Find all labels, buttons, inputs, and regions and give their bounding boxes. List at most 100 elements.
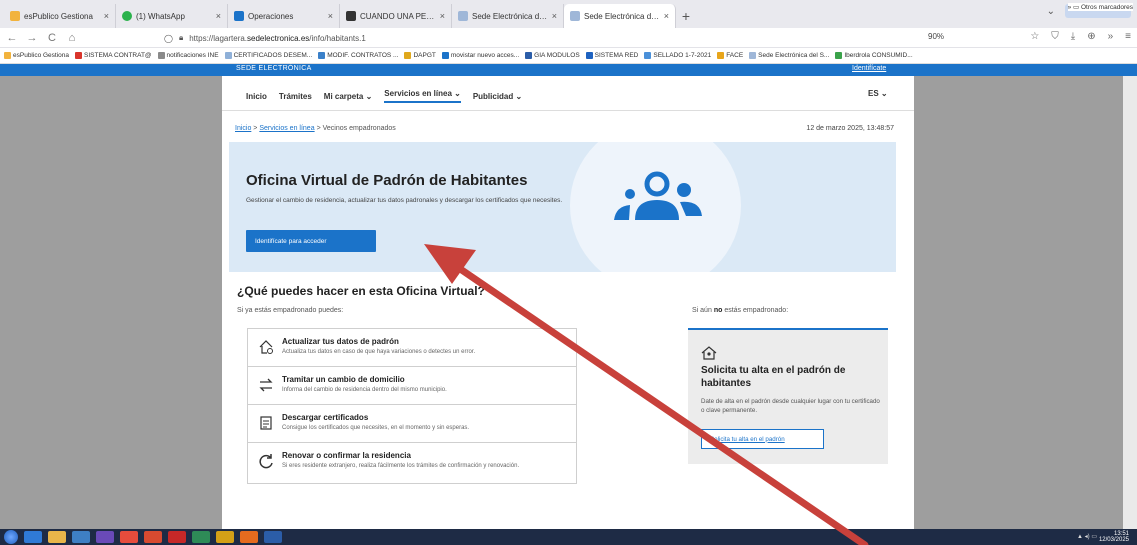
- home-icon[interactable]: ⌂: [66, 32, 78, 44]
- forward-arrow-icon[interactable]: →: [26, 32, 38, 44]
- bookmark-item[interactable]: CERTIFICADOS DESEM...: [224, 52, 313, 59]
- tab-close-icon[interactable]: ×: [664, 11, 669, 21]
- bookmark-item[interactable]: SISTEMA RED: [585, 52, 638, 59]
- signup-title: Solicita tu alta en el padrón de habitan…: [701, 365, 846, 389]
- tab-close-icon[interactable]: ×: [552, 11, 557, 21]
- overflow-chevron-icon[interactable]: »: [1108, 31, 1114, 42]
- address-bar[interactable]: ◯ 🔒︎ https://lagartera.sedelectronica.es…: [164, 30, 984, 46]
- browser-tab[interactable]: CUANDO UNA PERSONA SE C ×: [340, 4, 452, 28]
- browser-tab[interactable]: (1) WhatsApp ×: [116, 4, 228, 28]
- tab-favicon-icon: [570, 11, 580, 21]
- bookmark-favicon-icon: [525, 52, 533, 59]
- login-link[interactable]: Identifícate: [852, 65, 886, 72]
- browser-tab[interactable]: esPublico Gestiona ×: [4, 4, 116, 28]
- service-card-renew-residence[interactable]: Renovar o confirmar la residencia Si ere…: [248, 443, 576, 483]
- nav-item-publicidad[interactable]: Publicidad ⌄: [473, 92, 522, 101]
- start-button-icon[interactable]: [4, 530, 18, 544]
- swap-arrows-icon: [259, 378, 273, 392]
- system-tray-icons[interactable]: ▲ ◂) ▭: [1077, 533, 1097, 540]
- service-card-download-certificates[interactable]: Descargar certificados Consigue los cert…: [248, 405, 576, 443]
- pocket-icon[interactable]: ⛉: [1051, 31, 1059, 42]
- excel-icon[interactable]: [192, 531, 210, 543]
- tab-label: Sede Electrónica de Lagartera: [472, 11, 548, 21]
- bookmark-item[interactable]: esPublico Gestiona: [4, 52, 69, 59]
- login-to-access-button[interactable]: Identifícate para acceder: [246, 230, 376, 252]
- bookmark-label: FACE: [726, 52, 744, 59]
- clock-date: 12/03/2025: [1098, 537, 1129, 543]
- new-tab-button[interactable]: +: [676, 4, 696, 28]
- current-date: 12 de marzo 2025, 13:48:57: [806, 125, 894, 132]
- media-icon[interactable]: [72, 531, 90, 543]
- bookmark-item[interactable]: notificaciones INE: [157, 52, 219, 59]
- bookmark-item[interactable]: MODIF. CONTRATOS ...: [318, 52, 398, 59]
- service-card-change-address[interactable]: Tramitar un cambio de domicilio Informa …: [248, 367, 576, 405]
- bookmark-label: CERTIFICADOS DESEM...: [233, 52, 313, 59]
- tab-list-chevron-icon[interactable]: ⌄: [1047, 6, 1055, 17]
- extensions-icon[interactable]: ⊕: [1087, 31, 1095, 42]
- bookmark-item[interactable]: Sede Electrónica del S...: [749, 52, 829, 59]
- bookmark-label: movistar nuevo acces...: [450, 52, 520, 59]
- nav-item-mi-carpeta[interactable]: Mi carpeta ⌄: [324, 92, 373, 101]
- nav-item-inicio[interactable]: Inicio: [246, 92, 267, 101]
- not-registered-subtitle: Si aún no estás empadronado:: [692, 307, 788, 314]
- acrobat-icon[interactable]: [168, 531, 186, 543]
- tab-close-icon[interactable]: ×: [440, 11, 445, 21]
- ie-icon[interactable]: [24, 531, 42, 543]
- reload-icon[interactable]: C: [46, 32, 58, 44]
- bookmark-item[interactable]: DAPGT: [404, 52, 436, 59]
- bookmark-favicon-icon: [404, 52, 412, 59]
- star-icon[interactable]: ☆: [1030, 31, 1039, 42]
- app-icon[interactable]: [96, 531, 114, 543]
- breadcrumb-section[interactable]: Servicios en línea: [259, 125, 314, 132]
- word-icon[interactable]: [264, 531, 282, 543]
- download-icon[interactable]: ⤓: [1071, 31, 1075, 42]
- bookmark-item[interactable]: Iberdrola CONSUMID...: [835, 52, 913, 59]
- site-top-bar: SEDE ELECTRÓNICA Identifícate: [0, 64, 1137, 76]
- bookmark-favicon-icon: [749, 52, 757, 59]
- signup-button[interactable]: Solicita tu alta en el padrón: [701, 429, 824, 449]
- subtitle-bold: no: [713, 307, 723, 314]
- breadcrumb-home[interactable]: Inicio: [235, 125, 251, 132]
- tab-close-icon[interactable]: ×: [216, 11, 221, 21]
- zoom-level[interactable]: 90%: [928, 32, 944, 41]
- os-taskbar: ▲ ◂) ▭ 13:51 12/03/2025: [0, 529, 1137, 545]
- registered-subtitle: Si ya estás empadronado puedes:: [237, 307, 344, 314]
- nav-divider: [222, 110, 914, 111]
- language-selector[interactable]: ES ⌄: [868, 89, 888, 98]
- scrollbar-track[interactable]: [1123, 76, 1137, 529]
- bookmark-item[interactable]: SELLADO 1-7-2021: [644, 52, 711, 59]
- bookmark-item[interactable]: SISTEMA CONTRAT@: [75, 52, 152, 59]
- browser-tab[interactable]: Operaciones ×: [228, 4, 340, 28]
- house-user-icon: [701, 346, 717, 360]
- toolbar-icons: ☆ ⛉ ⤓ ⊕ » ≡: [1030, 31, 1131, 42]
- back-arrow-icon[interactable]: ←: [6, 32, 18, 44]
- file-explorer-icon[interactable]: [48, 531, 66, 543]
- site-brand[interactable]: SEDE ELECTRÓNICA: [236, 65, 312, 72]
- nav-item-servicios[interactable]: Servicios en línea ⌄: [384, 89, 461, 103]
- subtitle-prefix: Si aún: [692, 307, 712, 314]
- taskbar-clock[interactable]: 13:51 12/03/2025: [1099, 531, 1129, 543]
- powerpoint-icon[interactable]: [144, 531, 162, 543]
- tab-close-icon[interactable]: ×: [104, 11, 109, 21]
- browser-tab[interactable]: Sede Electrónica de Lagartera ×: [452, 4, 564, 28]
- bookmark-item[interactable]: GIA MODULOS: [525, 52, 580, 59]
- bookmark-favicon-icon: [224, 52, 232, 59]
- bookmark-item[interactable]: FACE: [717, 52, 743, 59]
- folder-icon[interactable]: [216, 531, 234, 543]
- service-card-update-data[interactable]: Actualizar tus datos de padrón Actualiza…: [248, 329, 576, 367]
- tab-label: Operaciones: [248, 11, 294, 21]
- firefox-icon[interactable]: [120, 531, 138, 543]
- card-title: Actualizar tus datos de padrón: [282, 337, 399, 346]
- bookmark-item[interactable]: movistar nuevo acces...: [441, 52, 520, 59]
- bookmark-favicon-icon: [318, 52, 326, 59]
- nav-item-tramites[interactable]: Trámites: [279, 92, 312, 101]
- bookmark-label: notificaciones INE: [166, 52, 219, 59]
- bookmark-label: GIA MODULOS: [534, 52, 580, 59]
- menu-icon[interactable]: ≡: [1125, 31, 1131, 42]
- section-title: ¿Qué puedes hacer en esta Oficina Virtua…: [237, 284, 485, 298]
- browser-tab-active[interactable]: Sede Electrónica de Lagartera ×: [564, 4, 676, 28]
- tab-close-icon[interactable]: ×: [328, 11, 333, 21]
- office-icon[interactable]: [240, 531, 258, 543]
- other-bookmarks[interactable]: » ▭ Otros marcadores: [1067, 3, 1133, 11]
- bookmark-favicon-icon: [157, 52, 165, 59]
